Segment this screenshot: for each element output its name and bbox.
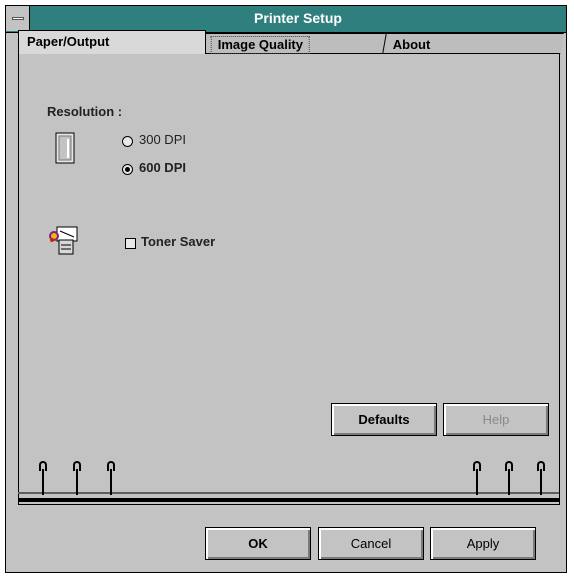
window-title: Printer Setup (254, 10, 342, 26)
tab-image-quality-label: Image Quality (210, 36, 310, 54)
binder-ring-icon (473, 461, 483, 495)
toner-cartridge-icon (49, 226, 78, 255)
binder-ring-icon (39, 461, 49, 495)
radio-300-dpi[interactable] (122, 136, 133, 147)
defaults-button[interactable]: Defaults (331, 403, 437, 436)
resolution-label: Resolution : (47, 104, 123, 119)
cancel-button-label: Cancel (350, 536, 392, 551)
radio-300-dpi-label: 300 DPI (139, 132, 186, 147)
tab-panel: Resolution : 300 DPI 600 DPI Toner Saver… (18, 54, 560, 505)
apply-button-label: Apply (466, 536, 500, 551)
toner-saver-label[interactable]: Toner Saver (141, 234, 215, 249)
ok-button-label: OK (248, 536, 268, 551)
binder-ring-icon (505, 461, 515, 495)
notebook-binding (18, 498, 559, 502)
radio-600-dpi[interactable] (122, 164, 133, 175)
cancel-button[interactable]: Cancel (318, 527, 424, 560)
tab-image-quality[interactable]: Image Quality (200, 33, 394, 54)
binder-ring-icon (73, 461, 83, 495)
apply-button[interactable]: Apply (430, 527, 536, 560)
tab-about-label: About (392, 37, 431, 52)
printer-setup-window: Printer Setup Paper/Output Image Quality… (5, 5, 567, 573)
binder-ring-icon (537, 461, 547, 495)
system-menu-icon[interactable] (6, 6, 30, 31)
printer-page-icon (55, 132, 75, 164)
ok-button[interactable]: OK (205, 527, 311, 560)
help-button[interactable]: Help (443, 403, 549, 436)
title-bar[interactable]: Printer Setup (6, 6, 566, 33)
tab-about[interactable]: About (382, 33, 564, 54)
toner-saver-checkbox[interactable] (125, 238, 136, 249)
tab-paper-output[interactable]: Paper/Output (18, 30, 206, 54)
radio-600-dpi-label: 600 DPI (139, 160, 186, 175)
system-menu-bar (12, 17, 24, 20)
binder-ring-icon (107, 461, 117, 495)
tab-paper-output-label: Paper/Output (27, 34, 110, 49)
